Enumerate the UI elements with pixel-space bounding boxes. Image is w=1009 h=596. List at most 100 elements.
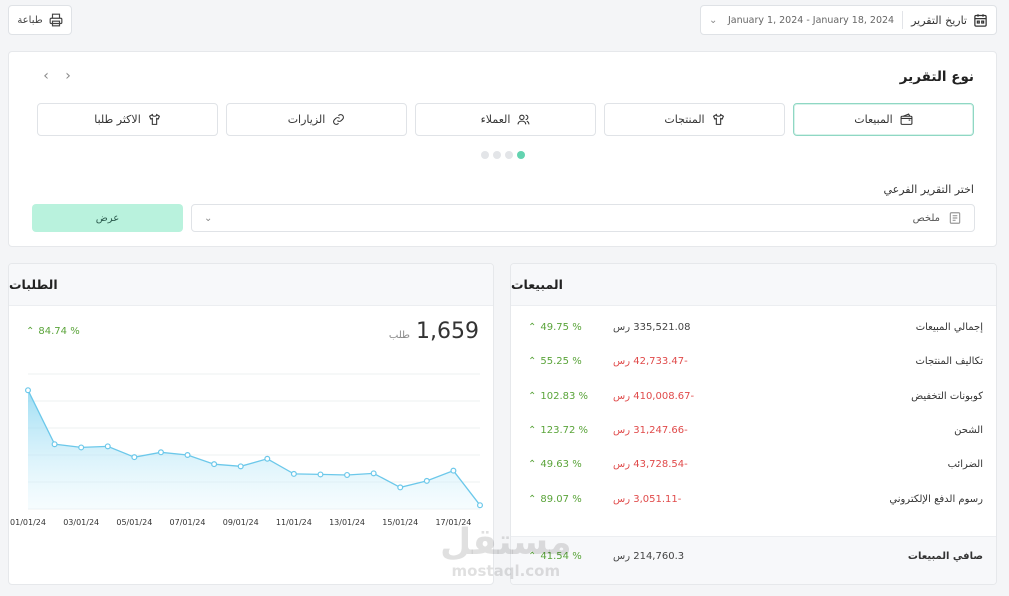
chevron-right-icon[interactable]: › [61, 69, 75, 83]
carousel-dot[interactable] [481, 151, 489, 159]
view-button[interactable]: عرض [32, 204, 183, 232]
arrow-up-icon: ⌃ [528, 390, 537, 402]
document-icon [948, 211, 962, 225]
row-amount: -31,247.66 رس [613, 424, 688, 436]
sub-report-select[interactable]: ⌄ ملخص [191, 204, 975, 232]
row-amount: 214,760.3 رس [613, 551, 685, 562]
sub-report-label: اختر التقرير الفرعي [883, 183, 974, 196]
tab-visits[interactable]: الزيارات [226, 103, 407, 136]
row-amount: -3,051.11 رس [613, 493, 682, 505]
arrow-up-icon: ⌃ [528, 493, 537, 505]
row-amount: -42,733.47 رس [613, 356, 688, 368]
x-tick-label: 15/01/24 [382, 518, 418, 527]
shirt-icon [712, 113, 725, 126]
sales-row: رسوم الدفع الإلكتروني -3,051.11 رس ⌃ 89.07 … [511, 491, 996, 511]
row-label: إجمالي المبيعات [915, 322, 983, 333]
link-icon [332, 113, 345, 126]
sales-row: الشحن -31,247.66 رس ⌃ 123.72 % [511, 422, 996, 442]
data-point[interactable] [397, 484, 404, 491]
print-button[interactable]: طباعة [8, 5, 72, 35]
orders-card: الطلبات طلب 1,659 ⌃ 84.74 % 01/01/24 03/0… [8, 263, 494, 585]
x-tick-label: 03/01/24 [63, 518, 99, 527]
data-point[interactable] [370, 470, 377, 477]
carousel-dots [481, 151, 525, 159]
tab-products[interactable]: المنتجات [604, 103, 785, 136]
row-label: تكاليف المنتجات [915, 356, 983, 368]
x-tick-label: 07/01/24 [170, 518, 206, 527]
data-point[interactable] [317, 471, 324, 478]
row-label: رسوم الدفع الإلكتروني [889, 493, 983, 505]
sales-row: تكاليف المنتجات -42,733.47 رس ⌃ 55.25 % [511, 353, 996, 373]
orders-title: الطلبات [9, 264, 493, 306]
tab-sales[interactable]: المبيعات [793, 103, 974, 136]
data-point[interactable] [477, 502, 484, 509]
data-point[interactable] [264, 455, 271, 462]
sales-row: إجمالي المبيعات 335,521.08 رس ⌃ 49.75 % [511, 319, 996, 339]
row-change: ⌃ 49.75 % [528, 322, 582, 333]
chart-area [28, 390, 480, 509]
x-tick-label: 13/01/24 [329, 518, 365, 527]
date-label: تاريخ التقرير [911, 13, 967, 27]
orders-total: طلب 1,659 [389, 319, 479, 344]
x-tick-label: 05/01/24 [116, 518, 152, 527]
data-point[interactable] [51, 441, 58, 448]
divider [902, 11, 904, 29]
chevron-left-icon[interactable]: ‹ [39, 69, 53, 83]
data-point[interactable] [290, 470, 297, 477]
tab-label: الاكثر طلبا [94, 113, 141, 126]
wallet-icon [900, 113, 913, 126]
data-point[interactable] [211, 461, 218, 468]
orders-unit: طلب [388, 330, 411, 341]
data-point[interactable] [184, 451, 191, 458]
sales-row: كوبونات التخفيض -410,008.67 رس ⌃ 102.83 % [511, 388, 996, 408]
arrow-up-icon: ⌃ [528, 424, 537, 436]
data-point[interactable] [344, 471, 351, 478]
arrow-up-icon: ⌃ [528, 356, 537, 368]
arrow-up-icon: ⌃ [528, 551, 537, 562]
tab-customers[interactable]: العملاء [415, 103, 596, 136]
arrow-up-icon: ⌃ [528, 322, 537, 333]
users-icon [517, 113, 530, 126]
report-type-title: نوع التقرير [899, 69, 974, 85]
date-range-picker[interactable]: ⌄ January 1, 2024 - January 18, 2024 تار… [700, 5, 997, 35]
data-point[interactable] [104, 443, 111, 450]
orders-change: ⌃ 84.74 % [26, 326, 80, 337]
orders-area-chart: 01/01/24 03/01/24 05/01/24 07/01/24 09/01/24… [10, 373, 484, 527]
carousel-dot[interactable] [505, 151, 513, 159]
tab-most-ordered[interactable]: الاكثر طلبا [37, 103, 218, 136]
data-point[interactable] [157, 449, 164, 456]
sales-card: المبيعات إجمالي المبيعات 335,521.08 رس ⌃ 49… [510, 263, 997, 585]
row-label: صافي المبيعات [907, 551, 983, 562]
data-point[interactable] [237, 463, 244, 470]
sub-report-value: ملخص [912, 212, 940, 224]
data-point[interactable] [423, 477, 430, 484]
tab-label: العملاء [480, 113, 511, 126]
row-change: ⌃ 55.25 % [528, 356, 582, 368]
row-amount: -43,728.54 رس [613, 459, 688, 471]
tab-label: المنتجات [664, 113, 705, 126]
row-label: كوبونات التخفيض [911, 390, 983, 402]
data-point[interactable] [25, 387, 32, 394]
report-type-card: نوع التقرير ‹ › المبيعات المنتجات العملا… [8, 51, 997, 247]
arrow-up-icon: ⌃ [26, 326, 35, 337]
chevron-down-icon: ⌄ [709, 14, 718, 26]
net-sales-row: صافي المبيعات 214,760.3 رس ⌃ 41.54 % [511, 536, 996, 584]
x-tick-label: 17/01/24 [435, 518, 471, 527]
chevron-down-icon: ⌄ [204, 212, 213, 224]
data-point[interactable] [131, 454, 138, 461]
row-change: ⌃ 41.54 % [528, 551, 582, 562]
calendar-icon [973, 13, 988, 28]
printer-icon [49, 13, 63, 27]
carousel-dot-active[interactable] [517, 151, 525, 159]
x-tick-label: 01/01/24 [10, 518, 46, 527]
row-change: ⌃ 49.63 % [528, 459, 582, 471]
tab-label: الزيارات [287, 113, 326, 126]
row-amount: 335,521.08 رس [613, 322, 691, 333]
sales-title: المبيعات [511, 264, 996, 306]
print-button-label: طباعة [17, 14, 43, 26]
data-point[interactable] [450, 467, 457, 474]
carousel-dot[interactable] [493, 151, 501, 159]
shirt-icon [148, 113, 161, 126]
data-point[interactable] [78, 444, 85, 451]
tab-label: المبيعات [854, 113, 893, 126]
